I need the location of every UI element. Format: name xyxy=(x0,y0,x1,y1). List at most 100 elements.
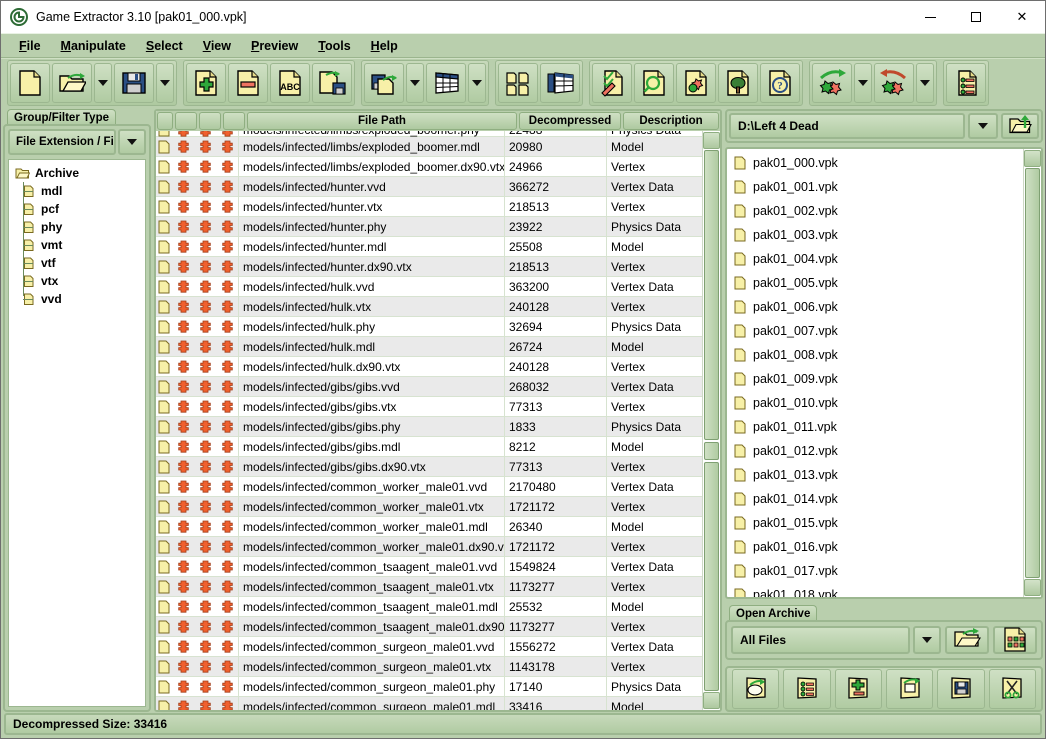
puzzle-piece-icon[interactable] xyxy=(194,697,216,711)
puzzle-piece-icon[interactable] xyxy=(172,317,194,337)
puzzle-piece-icon[interactable] xyxy=(216,177,238,197)
directory-dropdown[interactable] xyxy=(968,113,998,139)
column-header-flag2[interactable] xyxy=(199,112,221,130)
scroll-thumb-handle[interactable] xyxy=(704,442,719,460)
puzzle-piece-icon[interactable] xyxy=(194,337,216,357)
puzzle-piece-icon[interactable] xyxy=(194,537,216,557)
puzzle-piece-icon[interactable] xyxy=(194,397,216,417)
puzzle-piece-icon[interactable] xyxy=(216,337,238,357)
puzzle-piece-icon[interactable] xyxy=(194,217,216,237)
list-item[interactable]: pak01_014.vpk xyxy=(727,487,1023,511)
list-item[interactable]: pak01_003.vpk xyxy=(727,223,1023,247)
scroll-down-button[interactable] xyxy=(703,692,720,709)
archive-properties-button[interactable] xyxy=(783,669,830,709)
puzzle-piece-icon[interactable] xyxy=(172,457,194,477)
menu-file[interactable]: File xyxy=(9,37,51,55)
minimize-button[interactable] xyxy=(907,1,953,33)
list-item[interactable]: pak01_005.vpk xyxy=(727,271,1023,295)
open-archive-action-button[interactable] xyxy=(945,626,989,654)
puzzle-piece-icon[interactable] xyxy=(216,137,238,157)
puzzle-piece-icon[interactable] xyxy=(194,377,216,397)
puzzle-piece-icon[interactable] xyxy=(216,497,238,517)
maximize-button[interactable] xyxy=(953,1,999,33)
menu-select[interactable]: Select xyxy=(136,37,193,55)
convert-button[interactable] xyxy=(886,669,933,709)
puzzle-piece-icon[interactable] xyxy=(172,337,194,357)
menu-view[interactable]: View xyxy=(193,37,241,55)
puzzle-piece-icon[interactable] xyxy=(216,577,238,597)
scroll-thumb[interactable] xyxy=(704,150,719,440)
puzzle-piece-icon[interactable] xyxy=(172,177,194,197)
puzzle-piece-icon[interactable] xyxy=(194,657,216,677)
list-item[interactable]: pak01_013.vpk xyxy=(727,463,1023,487)
puzzle-piece-icon[interactable] xyxy=(172,437,194,457)
table-row[interactable]: models/infected/gibs/gibs.dx90.vtx77313V… xyxy=(156,457,702,477)
puzzle-piece-icon[interactable] xyxy=(172,377,194,397)
puzzle-piece-icon[interactable] xyxy=(216,237,238,257)
puzzle-piece-icon[interactable] xyxy=(216,477,238,497)
file-table-scrollbar[interactable] xyxy=(702,131,720,710)
tree-node-vvd[interactable]: vvd xyxy=(11,290,143,308)
puzzle-piece-icon[interactable] xyxy=(194,477,216,497)
table-row[interactable]: models/infected/common_worker_male01.vvd… xyxy=(156,477,702,497)
puzzle-piece-icon[interactable] xyxy=(194,417,216,437)
puzzle-piece-icon[interactable] xyxy=(216,157,238,177)
info-button[interactable]: ? xyxy=(760,63,800,103)
archive-tree[interactable]: Archive mdl pcf xyxy=(8,159,146,707)
puzzle-piece-icon[interactable] xyxy=(194,517,216,537)
puzzle-piece-icon[interactable] xyxy=(216,277,238,297)
list-item[interactable]: pak01_006.vpk xyxy=(727,295,1023,319)
tree-node-pcf[interactable]: pcf xyxy=(11,200,143,218)
puzzle-piece-icon[interactable] xyxy=(216,197,238,217)
column-header-flag3[interactable] xyxy=(223,112,245,130)
column-header-file-path[interactable]: File Path xyxy=(247,112,517,130)
puzzle-piece-icon[interactable] xyxy=(172,397,194,417)
menu-preview[interactable]: Preview xyxy=(241,37,308,55)
save-archive-dropdown[interactable] xyxy=(156,63,174,103)
table-row[interactable]: models/infected/gibs/gibs.mdl8212Model xyxy=(156,437,702,457)
scanner-button[interactable] xyxy=(676,63,716,103)
open-archive-thumbs-button[interactable] xyxy=(993,626,1037,654)
menu-help[interactable]: Help xyxy=(361,37,408,55)
import-button[interactable] xyxy=(364,63,404,103)
puzzle-piece-icon[interactable] xyxy=(172,277,194,297)
extract-file-button[interactable] xyxy=(312,63,352,103)
puzzle-piece-icon[interactable] xyxy=(172,237,194,257)
puzzle-piece-icon[interactable] xyxy=(194,637,216,657)
close-button[interactable]: ✕ xyxy=(999,1,1045,33)
puzzle-piece-icon[interactable] xyxy=(216,557,238,577)
tree-node-vtx[interactable]: vtx xyxy=(11,272,143,290)
table-row[interactable]: models/infected/gibs/gibs.vvd268032Verte… xyxy=(156,377,702,397)
list-item[interactable]: pak01_000.vpk xyxy=(727,151,1023,175)
puzzle-piece-icon[interactable] xyxy=(194,677,216,697)
column-header-decompressed[interactable]: Decompressed xyxy=(519,112,621,130)
thumbnail-view-button[interactable] xyxy=(498,63,538,103)
table-row[interactable]: models/infected/hunter.vvd366272Vertex D… xyxy=(156,177,702,197)
read-archive-button[interactable] xyxy=(732,669,779,709)
list-item[interactable]: pak01_018.vpk xyxy=(727,583,1023,597)
puzzle-piece-icon[interactable] xyxy=(216,677,238,697)
table-row[interactable]: models/infected/gibs/gibs.vtx77313Vertex xyxy=(156,397,702,417)
puzzle-piece-icon[interactable] xyxy=(194,597,216,617)
puzzle-piece-icon[interactable] xyxy=(172,517,194,537)
table-row[interactable]: models/infected/common_tsaagent_male01.v… xyxy=(156,557,702,577)
add-resource-button[interactable] xyxy=(835,669,882,709)
menu-manipulate[interactable]: Manipulate xyxy=(51,37,136,55)
puzzle-piece-icon[interactable] xyxy=(194,317,216,337)
table-row[interactable]: models/infected/hulk.dx90.vtx240128Verte… xyxy=(156,357,702,377)
import-dropdown[interactable] xyxy=(406,63,424,103)
list-item[interactable]: pak01_011.vpk xyxy=(727,415,1023,439)
list-item[interactable]: pak01_012.vpk xyxy=(727,439,1023,463)
puzzle-piece-icon[interactable] xyxy=(172,677,194,697)
puzzle-piece-icon[interactable] xyxy=(216,637,238,657)
add-file-button[interactable] xyxy=(186,63,226,103)
list-item[interactable]: pak01_015.vpk xyxy=(727,511,1023,535)
table-row[interactable]: models/infected/hulk.phy32694Physics Dat… xyxy=(156,317,702,337)
table-row[interactable]: models/infected/hunter.mdl25508Model xyxy=(156,237,702,257)
table-row[interactable]: models/infected/limbs/exploded_boomer.md… xyxy=(156,137,702,157)
column-header-icon[interactable] xyxy=(157,112,173,130)
puzzle-piece-icon[interactable] xyxy=(194,497,216,517)
list-item[interactable]: pak01_008.vpk xyxy=(727,343,1023,367)
puzzle-piece-icon[interactable] xyxy=(194,357,216,377)
tree-node-phy[interactable]: phy xyxy=(11,218,143,236)
